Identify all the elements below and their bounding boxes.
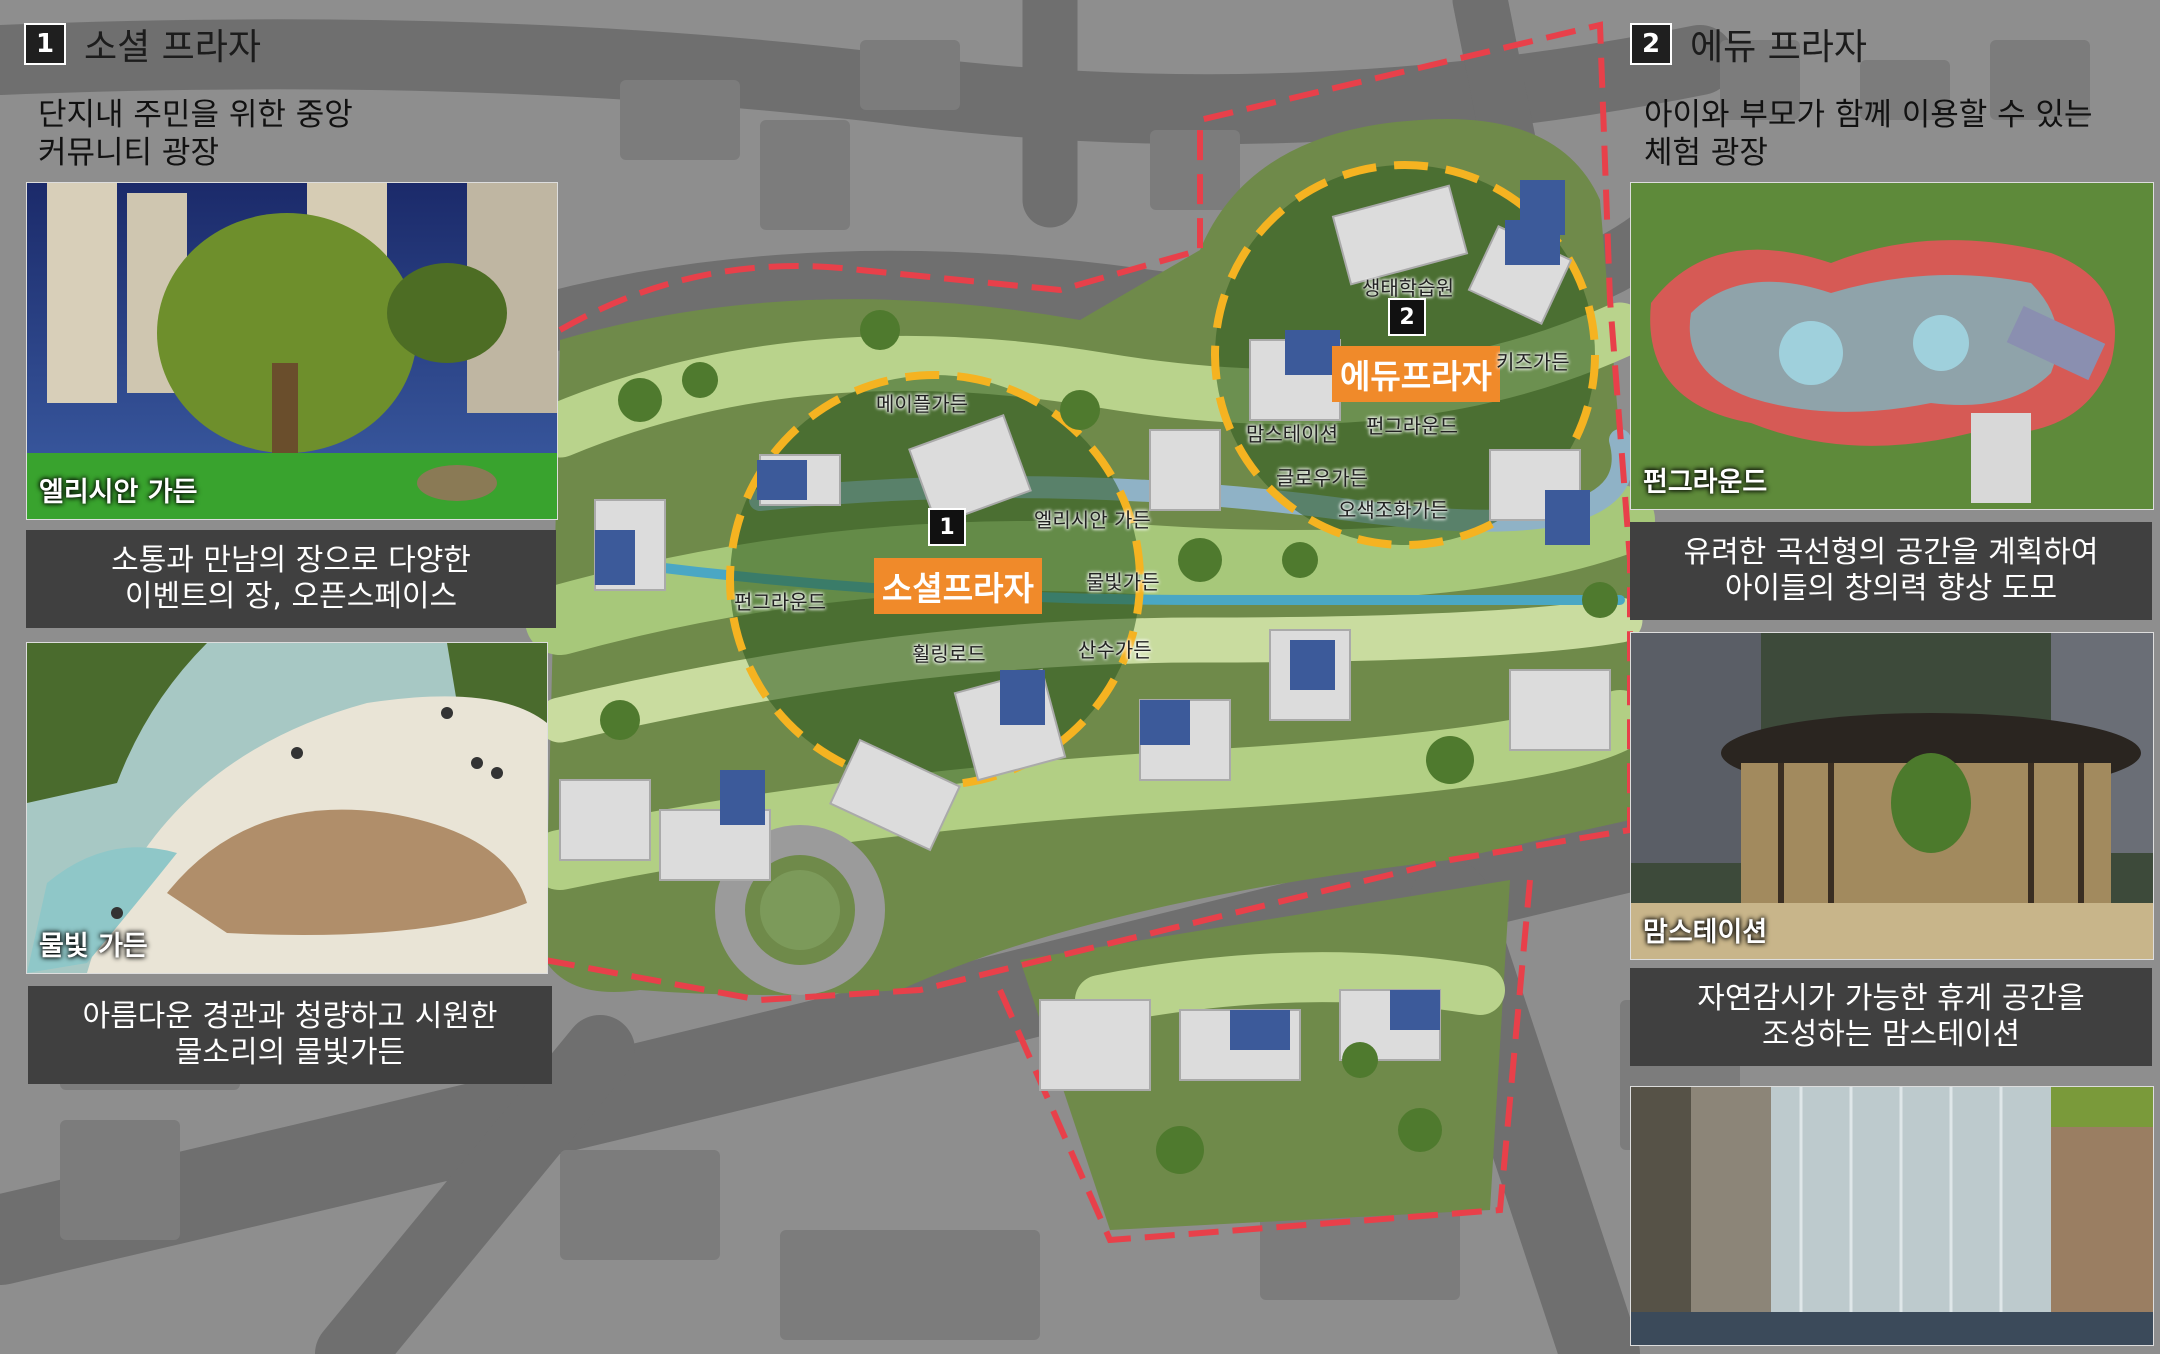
edu-plaza-caption-2: 자연감시가 가능한 휴게 공간을 조성하는 맘스테이션 xyxy=(1630,968,2152,1066)
water-garden-photo: 물빛 가든 xyxy=(26,642,548,974)
social-plaza-map-tag[interactable]: 소셜프라자 xyxy=(874,558,1042,614)
fun-ground-label: 펀그라운드 xyxy=(1643,467,1768,498)
edu-plaza-number: 2 xyxy=(1630,23,1672,65)
map-label-glow-garden: 글로우가든 xyxy=(1276,466,1368,490)
social-plaza-caption-1: 소통과 만남의 장으로 다양한 이벤트의 장, 오픈스페이스 xyxy=(26,530,556,628)
edu-plaza-subtitle: 아이와 부모가 함께 이용할 수 있는 체험 광장 xyxy=(1644,97,2093,171)
map-label-wellness-road: 휠링로드 xyxy=(912,642,986,666)
elysian-garden-label: 엘리시안 가든 xyxy=(39,477,198,508)
moms-station-label: 맘스테이션 xyxy=(1643,917,1768,948)
fun-ground-photo: 펀그라운드 xyxy=(1630,182,2154,510)
edu-plaza-map-tag[interactable]: 에듀프라자 xyxy=(1332,346,1500,402)
edu-plaza-heading: 2 에듀 프라자 xyxy=(1630,18,1867,70)
map-marker-1[interactable]: 1 xyxy=(928,508,966,546)
edu-plaza-caption-1: 유려한 곡선형의 공간을 계획하여 아이들의 창의력 향상 도모 xyxy=(1630,522,2152,620)
map-label-eco-learning: 생태학습원 xyxy=(1362,276,1454,300)
map-label-moms-station: 맘스테이션 xyxy=(1246,422,1338,446)
map-label-maple-garden: 메이플가든 xyxy=(876,392,968,416)
social-plaza-caption-2: 아름다운 경관과 청량하고 시원한 물소리의 물빛가든 xyxy=(28,986,552,1084)
map-label-elysian-garden: 엘리시안 가든 xyxy=(1034,508,1151,532)
edu-plaza-title: 에듀 프라자 xyxy=(1690,27,1868,68)
social-plaza-number: 1 xyxy=(24,23,66,65)
map-marker-2[interactable]: 2 xyxy=(1388,298,1426,336)
social-plaza-title: 소셜 프라자 xyxy=(84,27,262,68)
social-plaza-subtitle: 단지내 주민을 위한 중앙 커뮤니티 광장 xyxy=(38,97,353,171)
map-label-fun-ground-1: 펀그라운드 xyxy=(734,590,826,614)
waterfall-wall-photo xyxy=(1630,1086,2154,1346)
social-plaza-heading: 1 소셜 프라자 xyxy=(24,18,261,70)
map-label-five-color-garden: 오색조화가든 xyxy=(1338,498,1449,522)
moms-station-photo: 맘스테이션 xyxy=(1630,632,2154,960)
map-label-fun-ground-2: 펀그라운드 xyxy=(1366,414,1458,438)
elysian-garden-photo: 엘리시안 가든 xyxy=(26,182,558,520)
water-garden-label: 물빛 가든 xyxy=(39,931,148,962)
map-label-water-garden: 물빛가든 xyxy=(1086,570,1160,594)
map-label-forest-garden: 산수가든 xyxy=(1078,638,1152,662)
map-label-kids-garden: 키즈가든 xyxy=(1496,350,1570,374)
